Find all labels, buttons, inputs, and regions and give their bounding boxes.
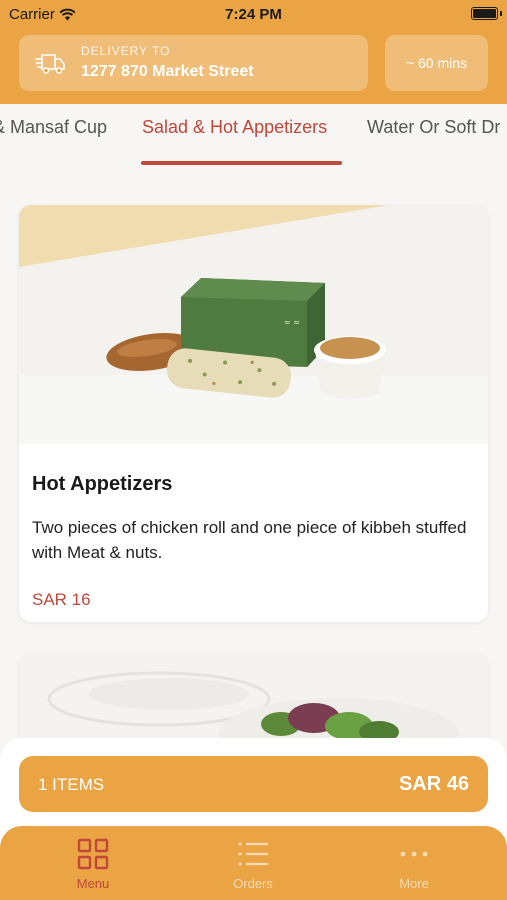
product-title: Hot Appetizers xyxy=(32,473,173,495)
tab-salad-hot-appetizers[interactable]: Salad & Hot Appetizers xyxy=(142,117,327,138)
battery-icon xyxy=(471,7,498,20)
product-card[interactable]: ≈ ≈ Hot Appetizers Two pieces of chicken… xyxy=(19,205,488,622)
nav-more-label: More xyxy=(399,876,429,891)
nav-more[interactable]: More xyxy=(354,838,474,891)
status-bar: Carrier 7:24 PM xyxy=(0,0,507,28)
bottom-nav: Menu Orders More xyxy=(0,826,507,900)
tab-mansaf-cup[interactable]: & Mansaf Cup xyxy=(0,117,107,138)
active-tab-indicator xyxy=(141,161,342,165)
nav-menu-label: Menu xyxy=(76,876,110,891)
delivery-label: DELIVERY TO xyxy=(81,44,171,58)
nav-orders[interactable]: Orders xyxy=(193,838,313,891)
nav-orders-label: Orders xyxy=(233,876,273,891)
delivery-address: 1277 870 Market Street xyxy=(81,63,254,80)
nav-menu[interactable]: Menu xyxy=(33,838,153,891)
header: Carrier 7:24 PM DELIVERY TO 1277 870 Mar… xyxy=(0,0,507,104)
category-tabs: & Mansaf Cup Salad & Hot Appetizers Wate… xyxy=(0,104,507,168)
delivery-address-button[interactable]: DELIVERY TO 1277 870 Market Street xyxy=(19,35,368,91)
product-image: ≈ ≈ xyxy=(19,205,488,444)
cart-total: SAR 46 xyxy=(398,773,469,795)
tab-water-soft-drinks[interactable]: Water Or Soft Dr xyxy=(367,117,500,138)
svg-text:≈ ≈: ≈ ≈ xyxy=(284,318,300,327)
delivery-eta: ~ 60 mins xyxy=(405,55,468,71)
delivery-eta-button[interactable]: ~ 60 mins xyxy=(385,35,488,91)
clock: 7:24 PM xyxy=(225,6,282,23)
cart-item-count: 1 ITEMS xyxy=(38,775,105,794)
product-price: SAR 16 xyxy=(32,590,91,609)
grid-icon xyxy=(77,838,109,870)
product-description: Two pieces of chicken roll and one piece… xyxy=(32,518,467,562)
list-icon xyxy=(238,842,268,866)
truck-icon xyxy=(35,54,65,74)
more-icon xyxy=(400,851,428,857)
view-cart-button[interactable]: 1 ITEMS SAR 46 xyxy=(19,756,488,812)
